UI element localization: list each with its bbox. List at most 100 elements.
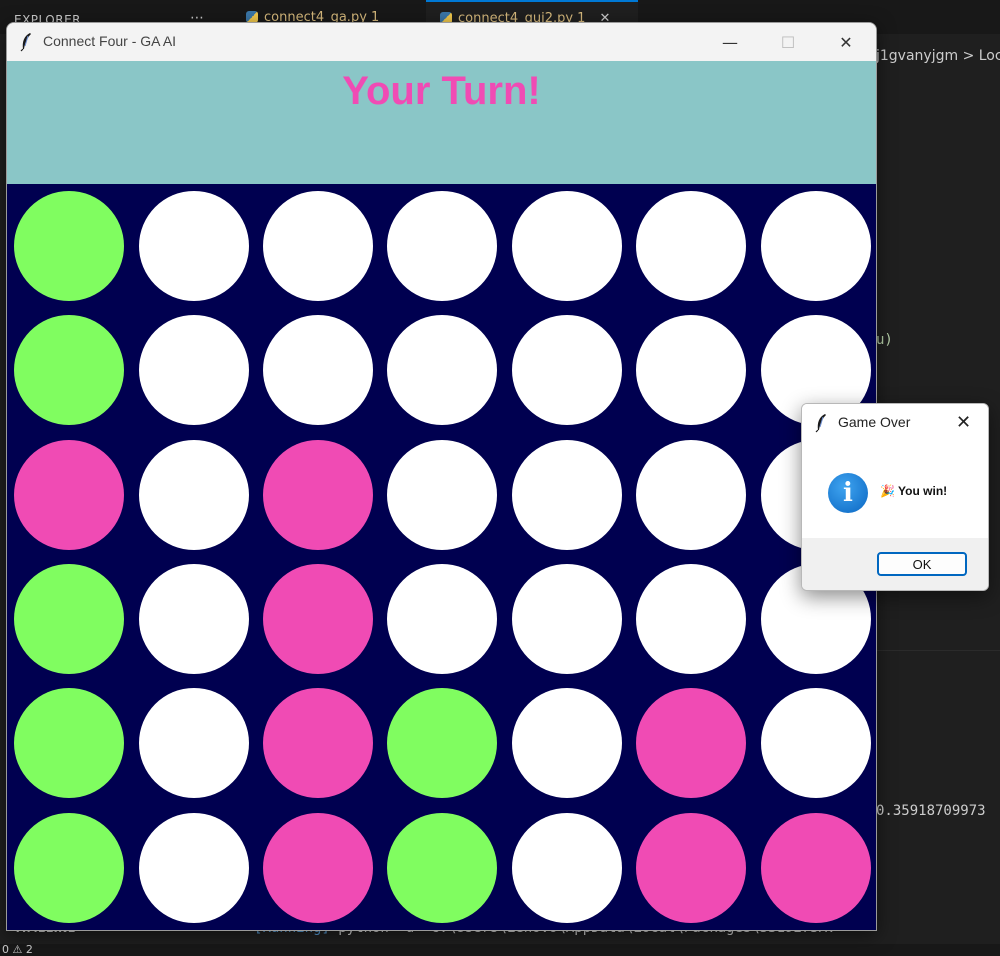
board-cell[interactable] — [131, 681, 255, 805]
dialog-close-icon[interactable]: ✕ — [956, 412, 971, 433]
empty-slot — [511, 439, 622, 550]
empty-slot — [262, 191, 373, 302]
ai-disc — [262, 688, 373, 799]
empty-slot — [511, 564, 622, 675]
empty-slot — [636, 191, 747, 302]
board-cell[interactable] — [131, 805, 255, 929]
board-cell[interactable] — [131, 433, 255, 557]
board-cell[interactable] — [629, 433, 753, 557]
feather-icon — [815, 414, 826, 433]
board-cell[interactable] — [131, 308, 255, 432]
dialog-message: 🎉 You win! — [880, 484, 948, 498]
board-cell[interactable] — [380, 308, 504, 432]
empty-slot — [511, 688, 622, 799]
board-cell[interactable] — [380, 805, 504, 929]
board-cell[interactable] — [256, 805, 380, 929]
empty-slot — [387, 191, 498, 302]
empty-slot — [138, 812, 249, 923]
game-over-dialog: Game Over ✕ i 🎉 You win! OK — [801, 403, 989, 591]
dialog-footer: OK — [802, 538, 988, 590]
turn-label: Your Turn! — [342, 69, 541, 113]
ai-disc — [636, 688, 747, 799]
ai-disc — [262, 439, 373, 550]
player-disc — [14, 191, 125, 302]
board-cell[interactable] — [505, 805, 629, 929]
connect-four-window: Connect Four - GA AI — ☐ ✕ Your Turn! — [6, 22, 877, 931]
ai-disc — [262, 564, 373, 675]
board-cell[interactable] — [753, 184, 876, 308]
board-cell[interactable] — [505, 308, 629, 432]
panel-divider — [876, 650, 1000, 651]
empty-slot — [511, 812, 622, 923]
ok-button[interactable]: OK — [877, 552, 967, 576]
board-cell[interactable] — [7, 308, 131, 432]
board-cell[interactable] — [256, 433, 380, 557]
board-cell[interactable] — [7, 184, 131, 308]
turn-header: Your Turn! — [7, 61, 876, 184]
board-cell[interactable] — [380, 184, 504, 308]
player-disc — [14, 812, 125, 923]
board-cell[interactable] — [753, 681, 876, 805]
empty-slot — [511, 315, 622, 426]
ai-disc — [760, 812, 871, 923]
board-cell[interactable] — [505, 557, 629, 681]
empty-slot — [760, 688, 871, 799]
empty-slot — [636, 315, 747, 426]
board-cell[interactable] — [380, 557, 504, 681]
player-disc — [14, 564, 125, 675]
board-cell[interactable] — [629, 557, 753, 681]
minimize-button[interactable]: — — [701, 23, 759, 61]
empty-slot — [262, 315, 373, 426]
feather-icon — [20, 33, 31, 52]
board-cell[interactable] — [256, 184, 380, 308]
board-cell[interactable] — [256, 308, 380, 432]
info-icon: i — [828, 473, 868, 513]
close-button[interactable]: ✕ — [817, 23, 875, 61]
board-cell[interactable] — [7, 681, 131, 805]
empty-slot — [138, 191, 249, 302]
board-cell[interactable] — [753, 805, 876, 929]
ai-disc — [14, 439, 125, 550]
board-cell[interactable] — [380, 433, 504, 557]
board-cell[interactable] — [629, 805, 753, 929]
empty-slot — [387, 315, 498, 426]
maximize-button[interactable]: ☐ — [759, 23, 817, 61]
player-disc — [14, 315, 125, 426]
empty-slot — [636, 439, 747, 550]
empty-slot — [138, 688, 249, 799]
board-cell[interactable] — [380, 681, 504, 805]
empty-slot — [138, 439, 249, 550]
output-text: 0.35918709973 — [876, 803, 986, 819]
code-text: u) — [876, 332, 893, 348]
empty-slot — [138, 315, 249, 426]
board-cell[interactable] — [629, 184, 753, 308]
empty-slot — [387, 439, 498, 550]
board-cell[interactable] — [505, 433, 629, 557]
dialog-title: Game Over — [838, 414, 911, 430]
board-cell[interactable] — [131, 184, 255, 308]
board-cell[interactable] — [7, 433, 131, 557]
board-cell[interactable] — [7, 805, 131, 929]
board-cell[interactable] — [505, 184, 629, 308]
game-board[interactable] — [7, 184, 876, 930]
breadcrumb[interactable]: j1gvanyjgm > Loc — [876, 48, 1000, 64]
board-cell[interactable] — [505, 681, 629, 805]
empty-slot — [511, 191, 622, 302]
status-bar: 0 ⚠ 2 — [0, 944, 1000, 956]
window-titlebar[interactable]: Connect Four - GA AI — ☐ ✕ — [7, 23, 876, 61]
player-disc — [14, 688, 125, 799]
ai-disc — [636, 812, 747, 923]
dialog-titlebar[interactable]: Game Over ✕ — [802, 404, 988, 442]
empty-slot — [387, 564, 498, 675]
window-title: Connect Four - GA AI — [43, 33, 177, 49]
board-cell[interactable] — [256, 681, 380, 805]
board-cell[interactable] — [629, 308, 753, 432]
board-cell[interactable] — [629, 681, 753, 805]
player-disc — [387, 812, 498, 923]
ai-disc — [262, 812, 373, 923]
board-cell[interactable] — [256, 557, 380, 681]
board-cell[interactable] — [131, 557, 255, 681]
empty-slot — [138, 564, 249, 675]
board-cell[interactable] — [7, 557, 131, 681]
empty-slot — [760, 191, 871, 302]
